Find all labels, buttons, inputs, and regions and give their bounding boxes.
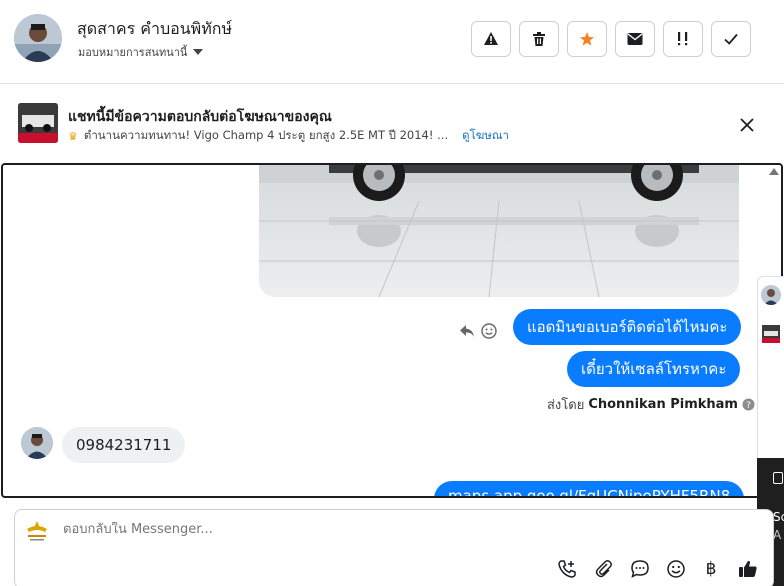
- reply-input[interactable]: [63, 522, 663, 537]
- call-add-button[interactable]: [555, 557, 579, 581]
- contact-name: สุดสาคร คำบอนพิทักษ์: [77, 19, 233, 38]
- star-icon: [580, 32, 594, 46]
- side-ad-thumb[interactable]: [762, 325, 780, 343]
- thumbs-up-icon: [739, 560, 757, 577]
- close-icon: [740, 118, 754, 132]
- chevron-down-icon: [193, 49, 204, 55]
- side-avatar[interactable]: [761, 285, 781, 305]
- close-banner-button[interactable]: [736, 114, 758, 136]
- paperclip-icon: [595, 560, 612, 578]
- sent-by-label: ส่งโดย Chonnikan Pimkham ?: [547, 394, 755, 415]
- follow-up-button[interactable]: [567, 21, 607, 57]
- side-popup-text: A: [773, 528, 782, 542]
- phone-plus-icon: [558, 560, 576, 578]
- priority-icon: [678, 32, 688, 46]
- reply-icon[interactable]: [459, 324, 475, 338]
- ad-reply-banner: แชทนี้มีข้อความตอบกลับต่อโฆษณาของคุณ ♛ ต…: [0, 85, 784, 163]
- react-emoji-icon[interactable]: [481, 323, 497, 339]
- message-actions: [459, 323, 497, 339]
- crown-icon: ♛: [68, 129, 78, 143]
- sent-by-prefix: ส่งโดย: [547, 398, 585, 413]
- alert-triangle-icon: [484, 32, 498, 45]
- message-thread[interactable]: แอดมินขอเบอร์ติดต่อได้ไหมคะ เดี๋ยวให้เซล…: [1, 163, 783, 498]
- ad-thumbnail[interactable]: [18, 103, 58, 143]
- spam-button[interactable]: [471, 21, 511, 57]
- check-icon: [724, 33, 738, 45]
- message-composer: ฿: [14, 509, 774, 586]
- svg-text:?: ?: [746, 401, 751, 411]
- ad-banner-title: แชทนี้มีข้อความตอบกลับต่อโฆษณาของคุณ: [68, 109, 332, 125]
- assign-label: มอบหมายการสนทนานี้: [78, 46, 188, 59]
- chat-bubble-icon: [631, 560, 649, 578]
- sent-by-name: Chonnikan Pimkham: [588, 397, 738, 412]
- outgoing-message[interactable]: แอดมินขอเบอร์ติดต่อได้ไหมคะ: [513, 309, 742, 345]
- baht-icon: ฿: [705, 559, 717, 579]
- emoji-icon: [667, 560, 685, 578]
- contact-avatar[interactable]: [14, 14, 62, 62]
- envelope-icon: [627, 33, 643, 45]
- scroll-up-arrow[interactable]: [769, 168, 779, 175]
- saved-replies-button[interactable]: [628, 557, 652, 581]
- contact-avatar-small[interactable]: [21, 427, 53, 459]
- side-popup-text: Sc: [773, 510, 784, 524]
- page-logo: [23, 519, 51, 543]
- incoming-message[interactable]: 0984231711: [62, 427, 186, 463]
- car-photo-attachment[interactable]: [259, 165, 739, 297]
- assign-conversation-dropdown[interactable]: มอบหมายการสนทนานี้: [78, 43, 204, 61]
- trash-icon: [533, 32, 545, 46]
- ad-description-line: ♛ ตำนานความทนทาน! Vigo Champ 4 ประตู ยกส…: [68, 127, 509, 145]
- ad-description: ตำนานความทนทาน! Vigo Champ 4 ประตู ยกสูง…: [83, 128, 449, 142]
- help-icon[interactable]: ?: [742, 398, 755, 411]
- conversation-header: สุดสาคร คำบอนพิทักษ์ มอบหมายการสนทนานี้: [0, 0, 784, 84]
- view-ad-link[interactable]: ดูโฆษณา: [462, 127, 509, 145]
- outgoing-link-message[interactable]: maps.app.goo.gl/FqUCNipoPYHF5RN8: [434, 481, 745, 496]
- mark-unread-button[interactable]: [615, 21, 655, 57]
- payment-button[interactable]: ฿: [699, 557, 723, 581]
- outgoing-message[interactable]: เดี๋ยวให้เซลล์โทรหาคะ: [567, 351, 741, 387]
- delete-button[interactable]: [519, 21, 559, 57]
- side-popup-icon: [773, 472, 783, 484]
- attach-button[interactable]: [592, 557, 616, 581]
- done-button[interactable]: [711, 21, 751, 57]
- like-button[interactable]: [736, 557, 760, 581]
- emoji-button[interactable]: [664, 557, 688, 581]
- priority-button[interactable]: [663, 21, 703, 57]
